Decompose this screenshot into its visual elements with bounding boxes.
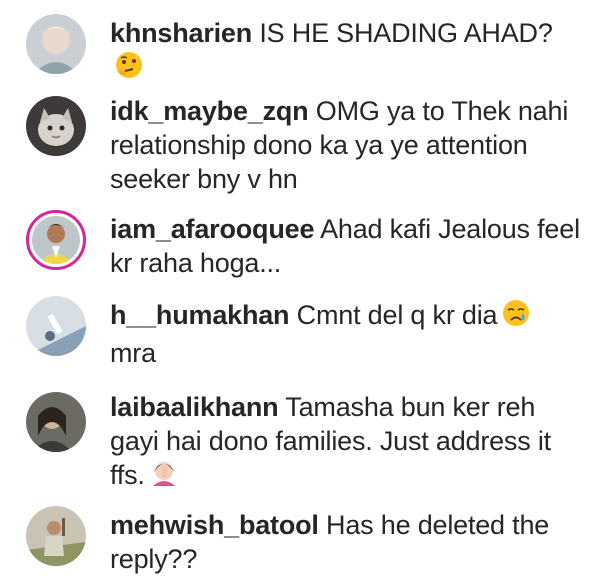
comment-username[interactable]: khnsharien <box>110 18 252 48</box>
avatar[interactable] <box>26 296 86 356</box>
avatar[interactable] <box>26 14 86 74</box>
comment-body: idk_maybe_zqn OMG ya to Thek nahi relati… <box>110 94 580 196</box>
comment-body: mehwish_batool Has he deleted the reply?… <box>110 508 580 576</box>
woman-facepalming-emoji <box>149 458 179 496</box>
comment-body: iam_afarooquee Ahad kafi Jealous feel kr… <box>110 212 580 280</box>
comment-username[interactable]: laibaalikhann <box>110 392 279 422</box>
comment-text-continued: mra <box>110 338 156 368</box>
comment-username[interactable]: h__humakhan <box>110 300 290 330</box>
comment-text: Cmnt del q kr dia <box>296 300 498 330</box>
comment-text: IS HE SHADING AHAD? <box>259 18 553 48</box>
comment-body: h__humakhan Cmnt del q kr dia mra <box>110 298 580 370</box>
avatar[interactable] <box>26 96 86 156</box>
avatar[interactable] <box>26 392 86 452</box>
comment-body: khnsharien IS HE SHADING AHAD? <box>110 16 580 88</box>
avatar[interactable] <box>26 506 86 566</box>
comment-username[interactable]: iam_afarooquee <box>110 214 314 244</box>
comment-body: laibaalikhann Tamasha bun ker reh gayi h… <box>110 390 580 496</box>
avatar[interactable] <box>26 210 86 270</box>
comment-username[interactable]: mehwish_batool <box>110 510 319 540</box>
comment-username[interactable]: idk_maybe_zqn <box>110 96 309 126</box>
thinking-face-emoji <box>114 50 144 88</box>
crying-face-emoji <box>501 298 531 336</box>
